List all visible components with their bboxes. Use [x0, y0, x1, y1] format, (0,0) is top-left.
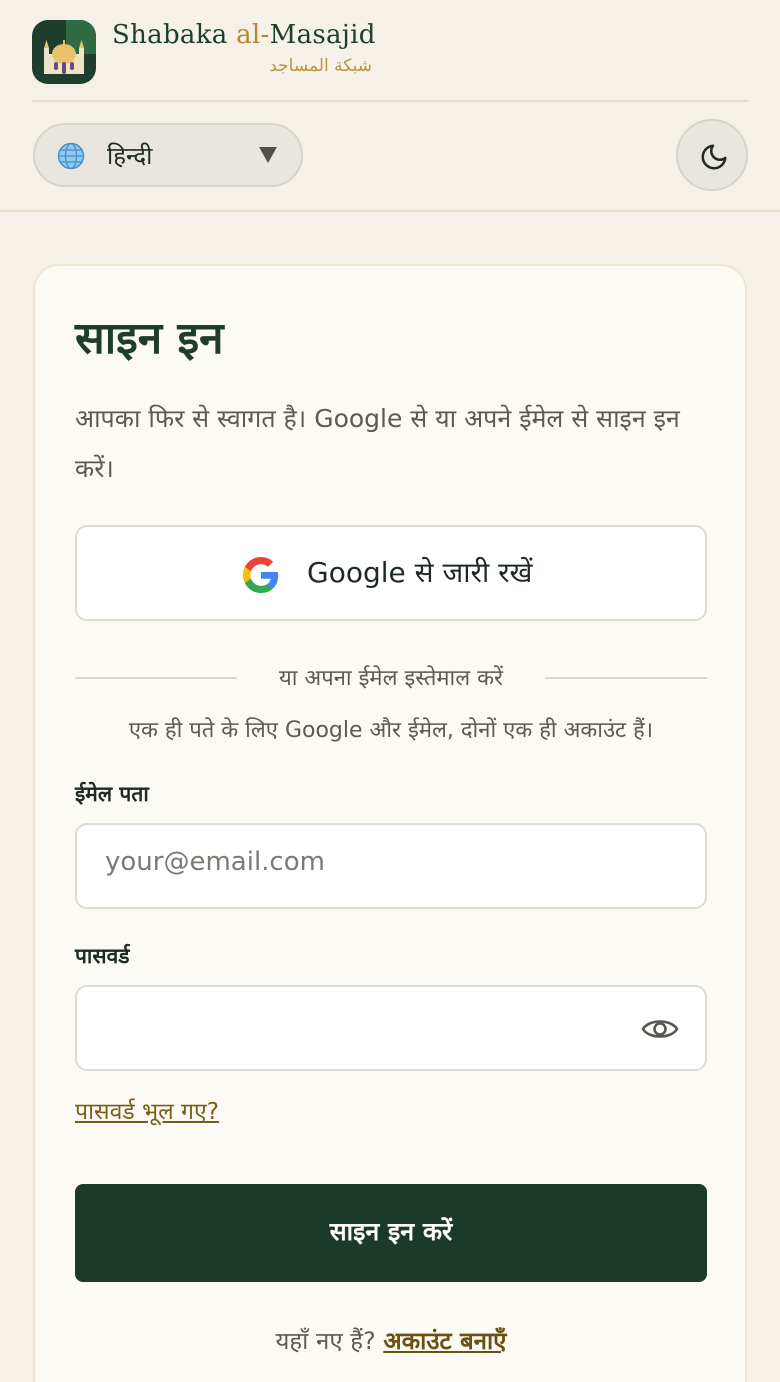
password-field[interactable]: [75, 985, 707, 1071]
forgot-password-link[interactable]: पासवर्ड भूल गए?: [75, 1094, 219, 1126]
signin-submit-button[interactable]: साइन इन करें: [75, 1184, 707, 1282]
brand-arabic-name: شبكة المساجد: [269, 56, 372, 76]
create-account-link[interactable]: अकाउंट बनाएँ: [383, 1327, 506, 1355]
brand-name: Shabaka al-Masajid: [112, 20, 376, 50]
google-icon: [243, 557, 279, 593]
language-label: हिन्दी: [107, 142, 153, 170]
eye-icon[interactable]: [641, 1014, 679, 1044]
email-placeholder: your@email.com: [105, 847, 325, 877]
toolbar-divider: [0, 210, 780, 212]
signup-prompt: यहाँ नए हैं?: [275, 1327, 384, 1355]
moon-icon: [701, 144, 727, 170]
account-note: एक ही पते के लिए Google और ईमेल, दोनों ए…: [128, 718, 654, 743]
or-divider: या अपना ईमेल इस्तेमाल करें: [75, 660, 707, 696]
chevron-down-icon: [259, 147, 277, 163]
page-title: साइन इन: [75, 313, 224, 364]
app-header: Shabaka al-Masajid شبكة المساجد: [32, 18, 748, 102]
globe-icon: [57, 142, 85, 170]
google-signin-button[interactable]: Google से जारी रखें: [75, 525, 707, 621]
password-label: पासवर्ड: [75, 944, 130, 968]
google-button-label: Google से जारी रखें: [307, 556, 533, 589]
email-label: ईमेल पता: [75, 782, 149, 806]
signup-row: यहाँ नए हैं? अकाउंट बनाएँ: [75, 1324, 707, 1357]
submit-button-label: साइन इन करें: [329, 1217, 453, 1246]
email-field[interactable]: your@email.com: [75, 823, 707, 909]
theme-toggle-button[interactable]: [676, 119, 748, 191]
language-select[interactable]: हिन्दी: [33, 123, 303, 187]
signin-card: साइन इन आपका फिर से स्वागत है। Google से…: [33, 264, 747, 1382]
signin-subtitle: आपका फिर से स्वागत है। Google से या अपने…: [75, 404, 680, 483]
